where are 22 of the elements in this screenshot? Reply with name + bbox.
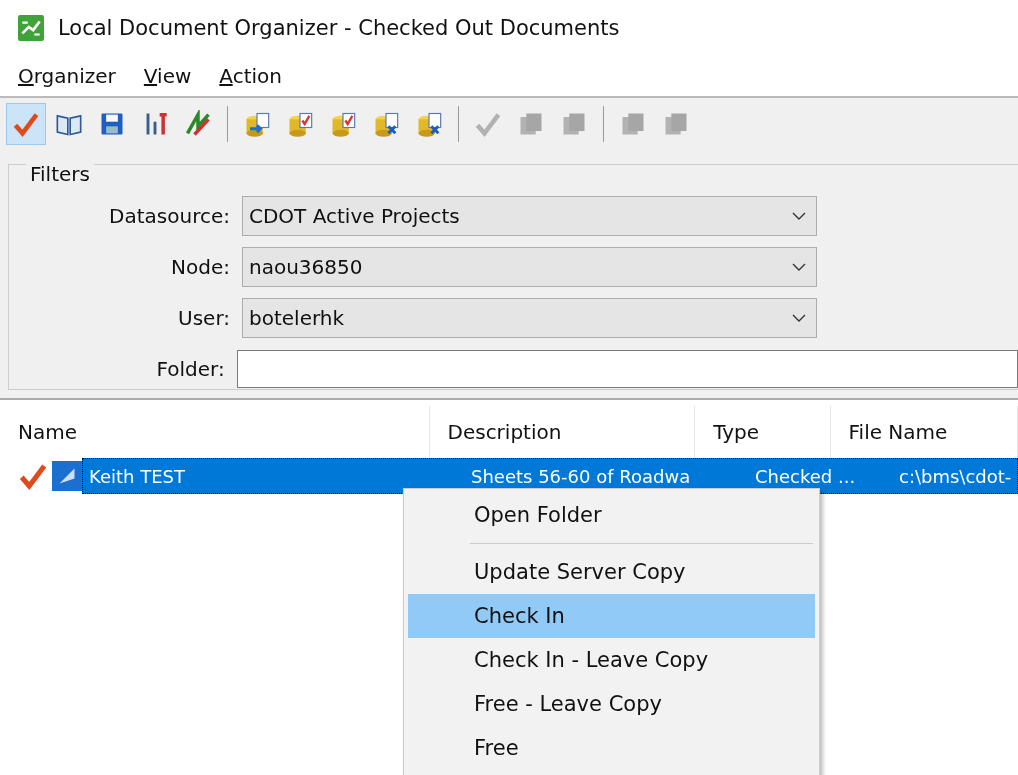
table-row[interactable]: Keith TEST Sheets 56-60 of Roadwa Checked ... c:\bms\cdot- xyxy=(82,458,1018,494)
field-label: Node: xyxy=(170,254,231,279)
field-label: User: xyxy=(177,305,231,330)
context-menu-item[interactable]: Free xyxy=(408,726,815,770)
table-cell-text: Keith TEST xyxy=(88,465,186,487)
menu-item[interactable]: Action xyxy=(219,64,282,88)
context-menu-item[interactable]: Update Server Copy xyxy=(408,550,815,594)
context-menu-item[interactable]: Open Folder xyxy=(408,493,815,537)
table-cell-text: Sheets 56-60 of Roadwa xyxy=(470,465,692,487)
context-menu-item[interactable]: Check In - Leave Copy xyxy=(408,638,815,682)
menu-item[interactable]: View xyxy=(143,64,192,88)
menu-item[interactable]: Organizer xyxy=(18,64,116,88)
table-cell-text: c:\bms\cdot- xyxy=(898,465,1013,487)
field-label: Datasource: xyxy=(108,203,231,228)
dropdown[interactable]: naou36850 xyxy=(242,246,817,287)
dropdown[interactable]: CDOT Active Projects xyxy=(242,195,817,236)
dropdown[interactable]: botelerhk xyxy=(242,297,817,338)
window-title: Local Document Organizer - Checked Out Documents xyxy=(58,16,620,40)
context-menu-item[interactable]: Check In xyxy=(408,594,815,638)
table-cell-text: Checked ... xyxy=(754,465,857,487)
field-label: Folder: xyxy=(155,356,226,381)
context-menu-item[interactable]: Free - Leave Copy xyxy=(408,682,815,726)
